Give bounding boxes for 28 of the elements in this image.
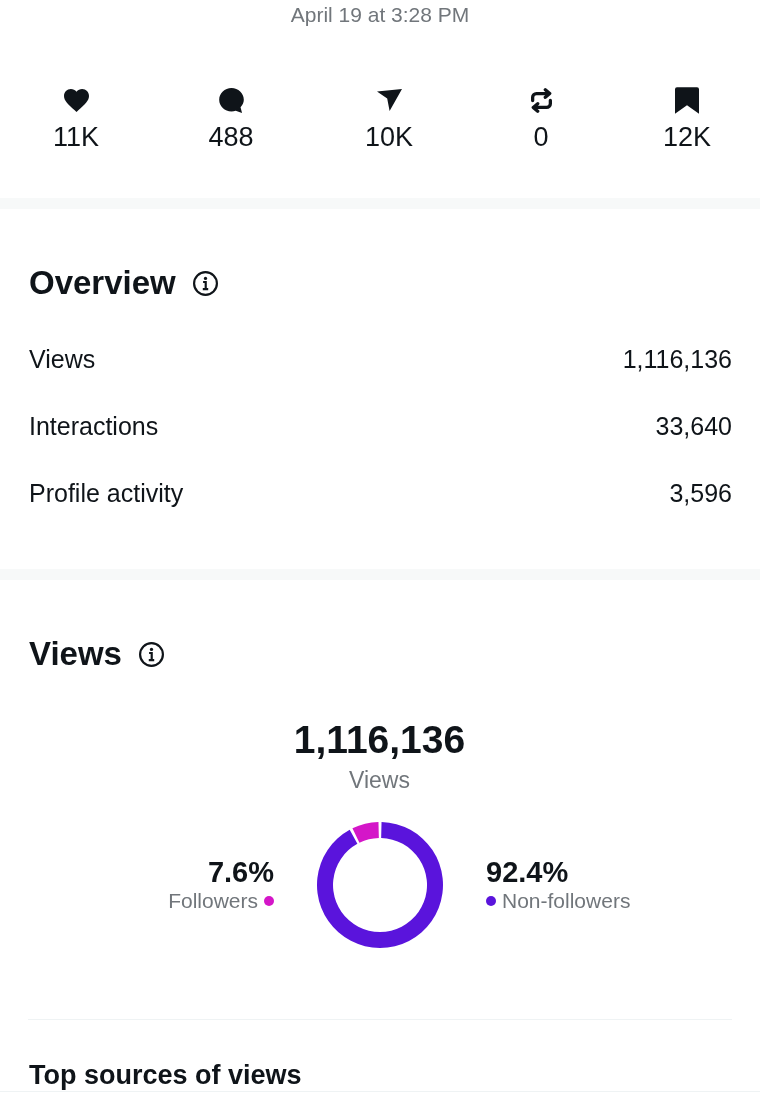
- stat-count: 0: [533, 122, 549, 152]
- heart-icon: [63, 88, 89, 112]
- info-icon[interactable]: [138, 641, 164, 667]
- metric-value: 33,640: [655, 412, 732, 441]
- stat-count: 12K: [662, 122, 711, 152]
- legend-label: Followers: [168, 888, 258, 914]
- metric-label: Profile activity: [29, 479, 184, 508]
- metric-value: 1,116,136: [622, 345, 732, 374]
- speech-bubble-icon: [218, 87, 244, 113]
- metric-label: Views: [29, 345, 96, 374]
- post-timestamp: April 19 at 3:28 PM: [290, 3, 470, 27]
- section-title: Overview: [29, 263, 176, 303]
- section-title: Top sources of views: [29, 1059, 302, 1091]
- legend-percent: 7.6%: [207, 856, 274, 888]
- legend-label: Non-followers: [502, 888, 631, 914]
- repost-icon: [530, 87, 552, 113]
- stat-count: 11K: [52, 122, 99, 152]
- stat-count: 488: [208, 122, 254, 152]
- total-views-label: Views: [349, 767, 410, 793]
- stat-count: 10K: [364, 122, 413, 152]
- section-title: Views: [29, 634, 122, 674]
- metric-label: Interactions: [29, 412, 159, 441]
- info-icon[interactable]: [192, 270, 218, 296]
- legend-percent: 92.4%: [486, 856, 569, 888]
- metric-value: 3,596: [669, 479, 732, 508]
- bookmark-icon: [675, 86, 699, 114]
- total-views-count: 1,116,136: [293, 718, 466, 762]
- paper-plane-icon: [376, 89, 402, 111]
